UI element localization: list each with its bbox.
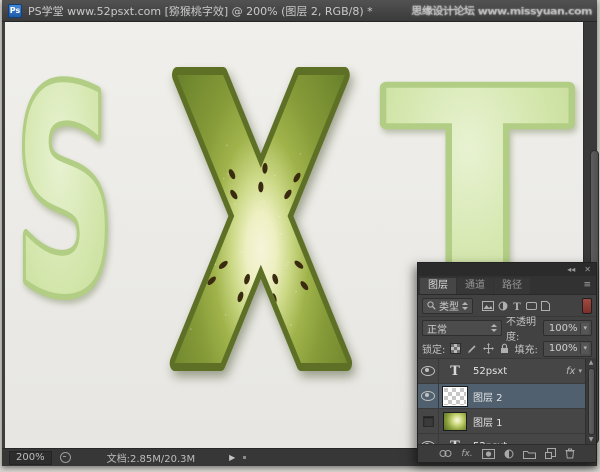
search-icon [427, 301, 436, 310]
panel-header: ◂◂ ✕ [418, 263, 596, 276]
eye-icon[interactable] [421, 391, 435, 401]
status-dot-icon [243, 456, 246, 459]
tab-channels[interactable]: 通道 [457, 278, 493, 294]
fill-dropdown-icon[interactable]: ▾ [580, 343, 589, 354]
svg-text:T: T [513, 302, 521, 311]
fill-label: 填充: [515, 341, 538, 356]
scroll-up-icon[interactable]: ▲ [589, 359, 594, 367]
fill-field[interactable]: 100% ▾ [543, 341, 592, 357]
visibility-cell[interactable] [418, 359, 439, 383]
type-layer-thumbnail[interactable]: T [443, 362, 467, 381]
image-layer-thumbnail[interactable] [443, 412, 467, 431]
eye-icon[interactable] [421, 441, 435, 444]
letter-x-kiwi: X [170, 22, 352, 448]
lock-icons [450, 343, 509, 354]
layer-scrollbar-thumb[interactable] [588, 368, 595, 435]
add-layer-style-icon[interactable]: fx. [461, 449, 472, 459]
layer-row-52psxt-top[interactable]: T 52psxt fx ▾ [418, 359, 585, 384]
status-circle-icon [60, 452, 71, 463]
eye-icon[interactable] [421, 366, 435, 376]
document-size-info: 文档:2.85M/20.3M [107, 450, 196, 465]
blend-mode-row: 正常 不透明度: 100% ▾ [418, 317, 596, 339]
filter-kind-dropdown[interactable]: 类型 [422, 298, 473, 314]
delete-layer-trash-icon[interactable] [565, 448, 575, 459]
fill-value: 100% [549, 343, 578, 354]
layer-list: T 52psxt fx ▾ 图层 2 图层 1 T 52psxt [418, 359, 596, 444]
filter-kind-label: 类型 [439, 298, 459, 313]
opacity-field[interactable]: 100% ▾ [543, 320, 592, 336]
tab-paths[interactable]: 路径 [494, 278, 530, 294]
scroll-down-icon[interactable]: ▼ [589, 436, 594, 444]
layer-list-scrollbar[interactable]: ▲ ▼ [585, 359, 596, 444]
close-panel-icon[interactable]: ✕ [584, 266, 591, 274]
lock-position-move-icon[interactable] [483, 343, 494, 354]
layer-row-layer1[interactable]: 图层 1 [418, 409, 585, 434]
visibility-cell[interactable] [418, 409, 439, 433]
add-layer-mask-icon[interactable] [482, 449, 495, 459]
panel-menu-icon[interactable]: ≡ [583, 280, 591, 290]
layer-name[interactable]: 图层 2 [473, 389, 582, 404]
opacity-dropdown-icon[interactable]: ▾ [580, 323, 589, 334]
lock-transparency-icon[interactable] [450, 343, 461, 354]
new-layer-icon[interactable] [545, 448, 556, 459]
collapse-panel-icon[interactable]: ◂◂ [567, 266, 575, 274]
lock-label: 锁定: [422, 341, 445, 356]
link-layers-icon[interactable] [439, 449, 452, 458]
smart-objects-filter-icon[interactable] [541, 301, 550, 311]
lock-pixels-brush-icon[interactable] [467, 344, 477, 354]
photoshop-app-icon: Ps [8, 4, 22, 18]
shape-layers-filter-icon[interactable] [526, 301, 537, 311]
layer-filtering-toggle[interactable] [582, 298, 592, 314]
title-bar[interactable]: Ps PS学堂 www.52psxt.com [猕猴桃字效] @ 200% (图… [2, 0, 597, 22]
layer-row-layer2-selected[interactable]: 图层 2 [418, 384, 585, 409]
lock-all-icon[interactable] [500, 343, 509, 354]
transparent-layer-thumbnail[interactable] [443, 387, 467, 406]
opacity-value: 100% [549, 323, 578, 334]
layers-panel: ◂◂ ✕ 图层 通道 路径 ≡ 类型 T 正常 不透明度: 100% ▾ [417, 262, 597, 463]
layer-effects-badge[interactable]: fx ▾ [566, 366, 582, 377]
panel-tab-bar: 图层 通道 路径 ≡ [418, 276, 596, 295]
type-layers-filter-icon[interactable]: T [512, 301, 522, 311]
status-play-icon[interactable]: ▶ [229, 453, 235, 462]
visibility-cell[interactable] [418, 434, 439, 444]
watermark-text: 思缘设计论坛 www.missyuan.com [411, 4, 592, 19]
zoom-level-field[interactable]: 200% [9, 451, 52, 465]
adjustment-layers-filter-icon[interactable] [498, 301, 508, 311]
spinner-arrows-icon [462, 302, 468, 310]
layer-name[interactable]: 图层 1 [473, 414, 582, 429]
pixel-layers-filter-icon[interactable] [482, 301, 494, 311]
lock-row: 锁定: 填充: 100% ▾ [418, 339, 596, 359]
visibility-cell[interactable] [418, 384, 439, 408]
blend-mode-value: 正常 [427, 321, 447, 336]
new-adjustment-layer-icon[interactable] [504, 449, 514, 459]
eye-off-checkbox[interactable] [423, 416, 434, 427]
layer-name[interactable]: 52psxt [473, 366, 566, 377]
letter-s: S [15, 31, 115, 357]
tab-layers[interactable]: 图层 [420, 278, 456, 294]
layer-row-52psxt-bottom[interactable]: T 52psxt [418, 434, 585, 444]
spinner-arrows-icon [491, 324, 497, 332]
filter-type-icons: T [482, 301, 550, 311]
fx-icon: fx [566, 366, 575, 377]
blend-mode-dropdown[interactable]: 正常 [422, 320, 502, 336]
layers-panel-bottom-bar: fx. [418, 444, 596, 462]
fx-expand-icon[interactable]: ▾ [578, 367, 582, 375]
type-layer-thumbnail[interactable]: T [443, 437, 467, 445]
new-group-folder-icon[interactable] [523, 449, 536, 459]
